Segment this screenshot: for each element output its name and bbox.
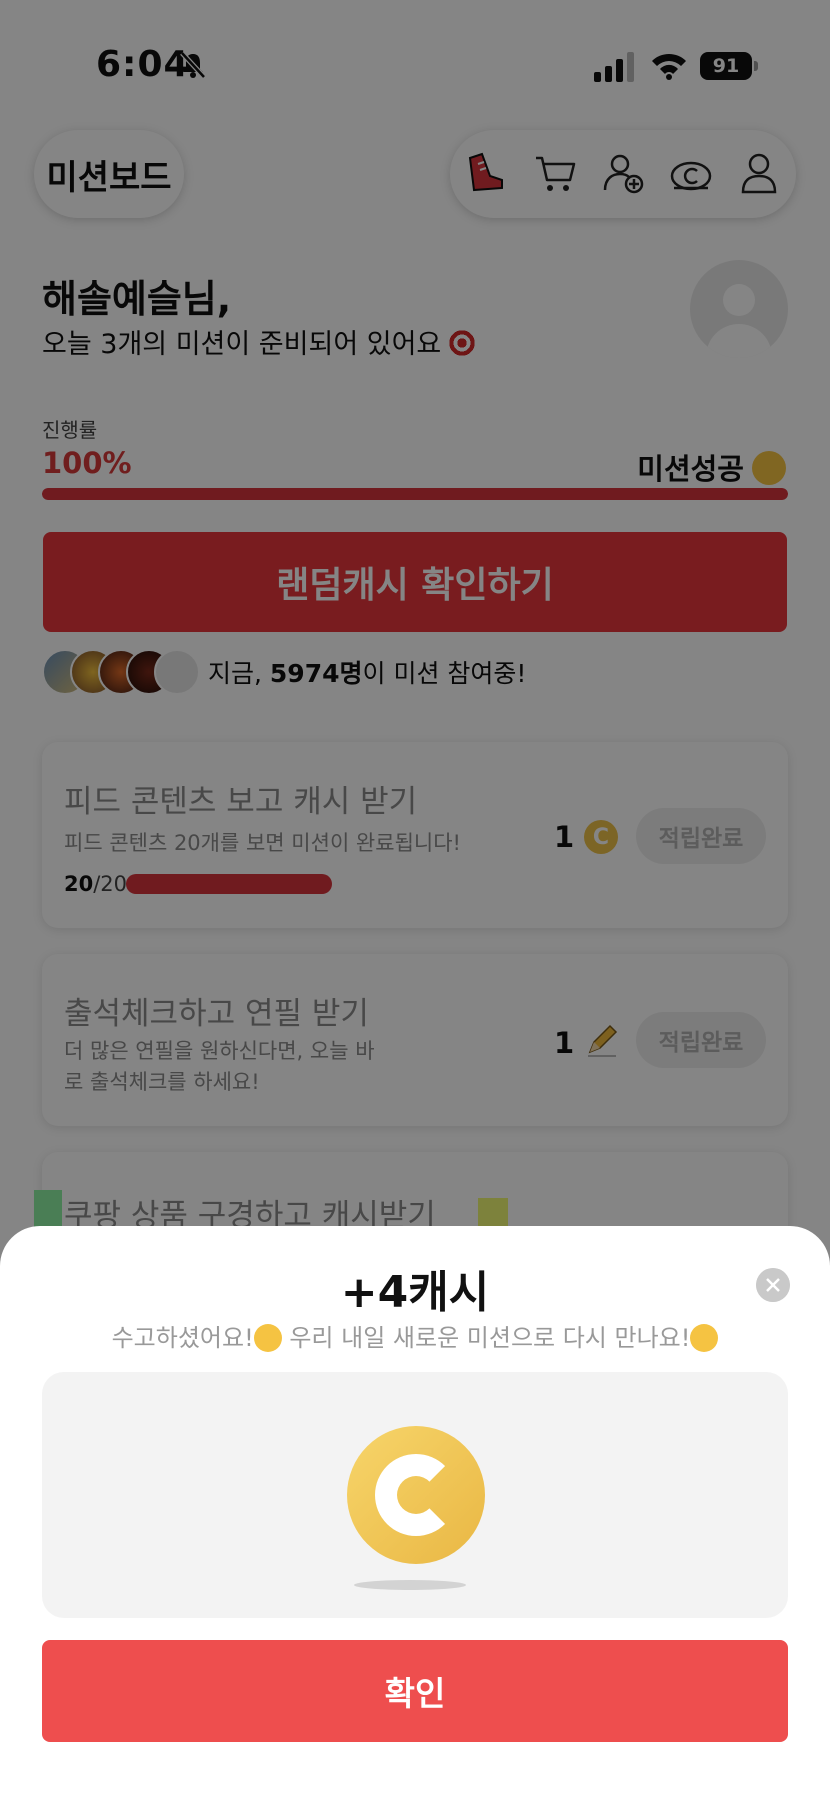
- close-icon[interactable]: [756, 1268, 790, 1302]
- reward-title: +4캐시: [340, 1267, 490, 1318]
- reward-subtitle: 수고하셨어요! 우리 내일 새로운 미션으로 다시 만나요!: [0, 1318, 830, 1353]
- coin-shadow: [354, 1580, 466, 1590]
- reward-coin-panel: [42, 1372, 788, 1618]
- star-struck-icon: [690, 1324, 719, 1352]
- thumbs-up-icon: [253, 1324, 282, 1352]
- confirm-button[interactable]: 확인: [42, 1640, 788, 1742]
- cash-coin-icon: [347, 1426, 485, 1564]
- reward-bottom-sheet: +4캐시 수고하셨어요! 우리 내일 새로운 미션으로 다시 만나요! 확인: [0, 1226, 830, 1805]
